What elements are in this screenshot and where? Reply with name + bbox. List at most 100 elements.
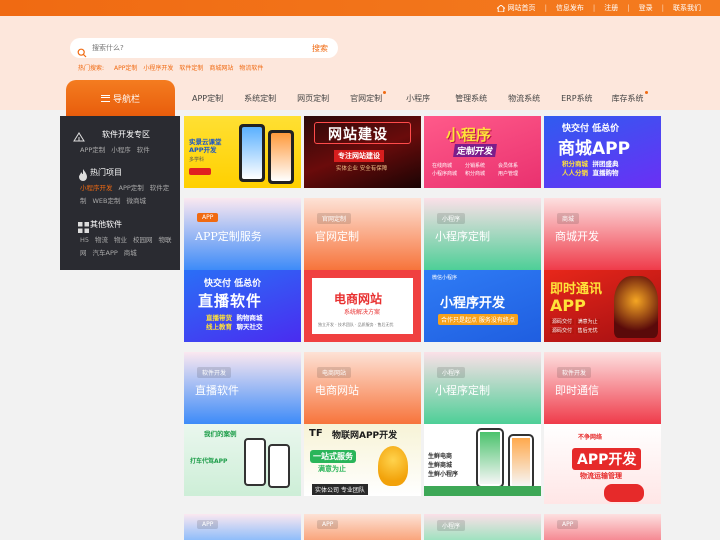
category-card[interactable]: 小程序 小程序定制	[424, 352, 541, 424]
hot-word[interactable]: 商城网站	[209, 63, 233, 72]
sidebar-link[interactable]: 小程序	[111, 146, 131, 154]
category-card[interactable]: APP	[304, 514, 421, 540]
phone-image	[268, 444, 290, 488]
card-title: 小程序定制	[435, 230, 490, 243]
card-title: APP定制服务	[195, 230, 262, 243]
search-input[interactable]	[92, 44, 292, 52]
software-dev-icon	[73, 128, 85, 142]
phone-image	[476, 428, 504, 488]
sidebar-section-title[interactable]: 其他软件	[90, 219, 122, 230]
sidebar-link[interactable]: H5	[80, 236, 89, 244]
sidebar-link[interactable]: APP定制	[119, 184, 144, 192]
phone-image	[268, 130, 294, 184]
search-icon	[77, 43, 87, 58]
nav-item[interactable]: 库存系统	[612, 91, 648, 104]
banner-ecommerce-site[interactable]: 电商网站 系统解决方案 独立开发 · 技术团队 · 品质服务 · 售后无忧	[304, 270, 421, 342]
nav-item[interactable]: ERP系统	[561, 93, 592, 104]
sidebar-section-title[interactable]: 软件开发专区	[102, 129, 150, 140]
category-card[interactable]: APP APP定制服务	[184, 198, 301, 270]
banner-mall-app[interactable]: 快交付 低总价 商城APP 积分商城 拼团盛典 人人分销 直播购物	[544, 116, 661, 188]
category-card[interactable]: 小程序	[424, 514, 541, 540]
card-tag: APP	[557, 520, 579, 529]
search-button[interactable]: 搜索	[312, 43, 328, 54]
nav-item[interactable]: APP定制	[192, 93, 223, 104]
nav-menu-label: 导航栏	[112, 94, 140, 105]
card-tag: APP	[317, 520, 339, 529]
nav-menu-button[interactable]: 导航栏	[66, 80, 175, 116]
hot-word[interactable]: 小程序开发	[143, 63, 173, 72]
sidebar-links: H5 物流 物业 校园网 物联网 汽车APP 商城	[80, 234, 172, 260]
banner-mini-program[interactable]: 小程序 定制开发 在线商城 分销系统 会员体系 小程序商城 积分商城 用户管理	[424, 116, 541, 188]
category-card[interactable]: 官网定制 官网定制	[304, 198, 421, 270]
nav-item[interactable]: 系统定制	[244, 93, 276, 104]
nav-item[interactable]: 官网定制	[350, 91, 387, 104]
menu-icon	[100, 94, 110, 102]
sidebar-link[interactable]: 校园网	[133, 236, 153, 244]
hot-word[interactable]: APP定制	[114, 63, 137, 72]
phone-image	[244, 438, 266, 486]
nav-item[interactable]: 管理系统	[455, 93, 487, 104]
sidebar-link[interactable]: 物业	[114, 236, 127, 244]
card-tag: 小程序	[437, 213, 466, 224]
sidebar-links: APP定制 小程序 软件	[80, 144, 172, 157]
banner-logistics-app[interactable]: 不争网络 APP开发 物流运输管理	[544, 424, 661, 504]
category-card[interactable]: 软件开发 即时通信	[544, 352, 661, 424]
banner-taxi-case[interactable]: 我们的案例 打车代驾APP	[184, 424, 301, 496]
sidebar-link[interactable]: 小程序开发	[80, 184, 113, 192]
card-title: 官网定制	[315, 230, 359, 243]
hot-searches-label: 热门搜索:	[78, 65, 105, 72]
hot-searches: 热门搜索: APP定制 小程序开发 软件定制 商城网站 物流软件	[78, 63, 263, 72]
sidebar-link[interactable]: 汽车APP	[93, 249, 118, 257]
card-tag: 小程序	[437, 520, 466, 531]
sidebar-link[interactable]: 商城	[124, 249, 137, 257]
hot-word[interactable]: 物流软件	[239, 63, 263, 72]
sidebar-links: 小程序开发 APP定制 软件定制 WEB定制 微商城	[80, 182, 172, 208]
category-card[interactable]: 商城 商城开发	[544, 198, 661, 270]
sidebar-link[interactable]: WEB定制	[93, 197, 121, 205]
hot-word[interactable]: 软件定制	[179, 63, 203, 72]
banner-live-stream[interactable]: 快交付 低总价 直播软件 直播带货 购物商城 线上教育 聊天社交	[184, 270, 301, 342]
phone-image	[508, 434, 534, 490]
card-title: 即时通信	[555, 384, 599, 397]
card-tag: 小程序	[437, 367, 466, 378]
card-title: 小程序定制	[435, 384, 490, 397]
scooter-image	[604, 484, 644, 502]
card-tag: APP	[197, 213, 219, 222]
card-tag: APP	[197, 520, 219, 529]
home-icon	[496, 3, 505, 12]
category-card[interactable]: APP	[544, 514, 661, 540]
banner-website-build[interactable]: 网站建设 专注网站建设 实体企业 安全有保障	[304, 116, 421, 188]
top-link-contact[interactable]: 联系我们	[664, 3, 710, 13]
main-nav: APP定制 系统定制 网页定制 官网定制 小程序 管理系统 物流系统 ERP系统…	[183, 91, 648, 104]
mascot-image	[378, 446, 408, 486]
sidebar-link[interactable]: 软件	[137, 146, 150, 154]
fire-icon	[78, 166, 90, 181]
category-card[interactable]: APP	[184, 514, 301, 540]
nav-item[interactable]: 物流系统	[508, 93, 540, 104]
sidebar-link[interactable]: APP定制	[80, 146, 105, 154]
nav-item[interactable]: 小程序	[406, 93, 430, 104]
category-card[interactable]: 电商网站 电商网站	[304, 352, 421, 424]
top-links: 网站首页 | 信息发布 | 注册 | 登录 | 联系我们	[496, 0, 710, 16]
banner-instant-messaging[interactable]: 即时通讯 APP 源码交付 满意为止 源码交付 售后无忧	[544, 270, 661, 342]
search-box: 搜索	[70, 38, 338, 58]
top-link-publish[interactable]: 信息发布	[547, 3, 593, 13]
banner-app-course[interactable]: 实景云课堂 APP开发 多学科	[184, 116, 301, 188]
banner-fresh-mall[interactable]: 生鲜电商 生鲜商城 生鲜小程序	[424, 424, 541, 496]
banner-iot-app[interactable]: TF 物联网APP开发 一站式服务 满意为止 实体公司 专业团队	[304, 424, 421, 496]
card-title: 直播软件	[195, 384, 239, 397]
category-card[interactable]: 软件开发 直播软件	[184, 352, 301, 424]
sidebar-link[interactable]: 物流	[95, 236, 108, 244]
banner-mini-program-dev[interactable]: 微信小程序 小程序开发 合作只是起点 服务没有终点	[424, 270, 541, 342]
sidebar-link[interactable]: 微商城	[127, 197, 147, 205]
card-tag: 软件开发	[197, 367, 232, 378]
card-tag: 电商网站	[317, 367, 352, 378]
card-title: 电商网站	[315, 384, 359, 397]
top-link-register[interactable]: 注册	[595, 3, 627, 13]
top-link-login[interactable]: 登录	[630, 3, 662, 13]
top-link-home[interactable]: 网站首页	[508, 3, 545, 13]
card-title: 商城开发	[555, 230, 599, 243]
nav-item[interactable]: 网页定制	[297, 93, 329, 104]
sidebar-section-title[interactable]: 热门项目	[90, 167, 122, 178]
category-card[interactable]: 小程序 小程序定制	[424, 198, 541, 270]
